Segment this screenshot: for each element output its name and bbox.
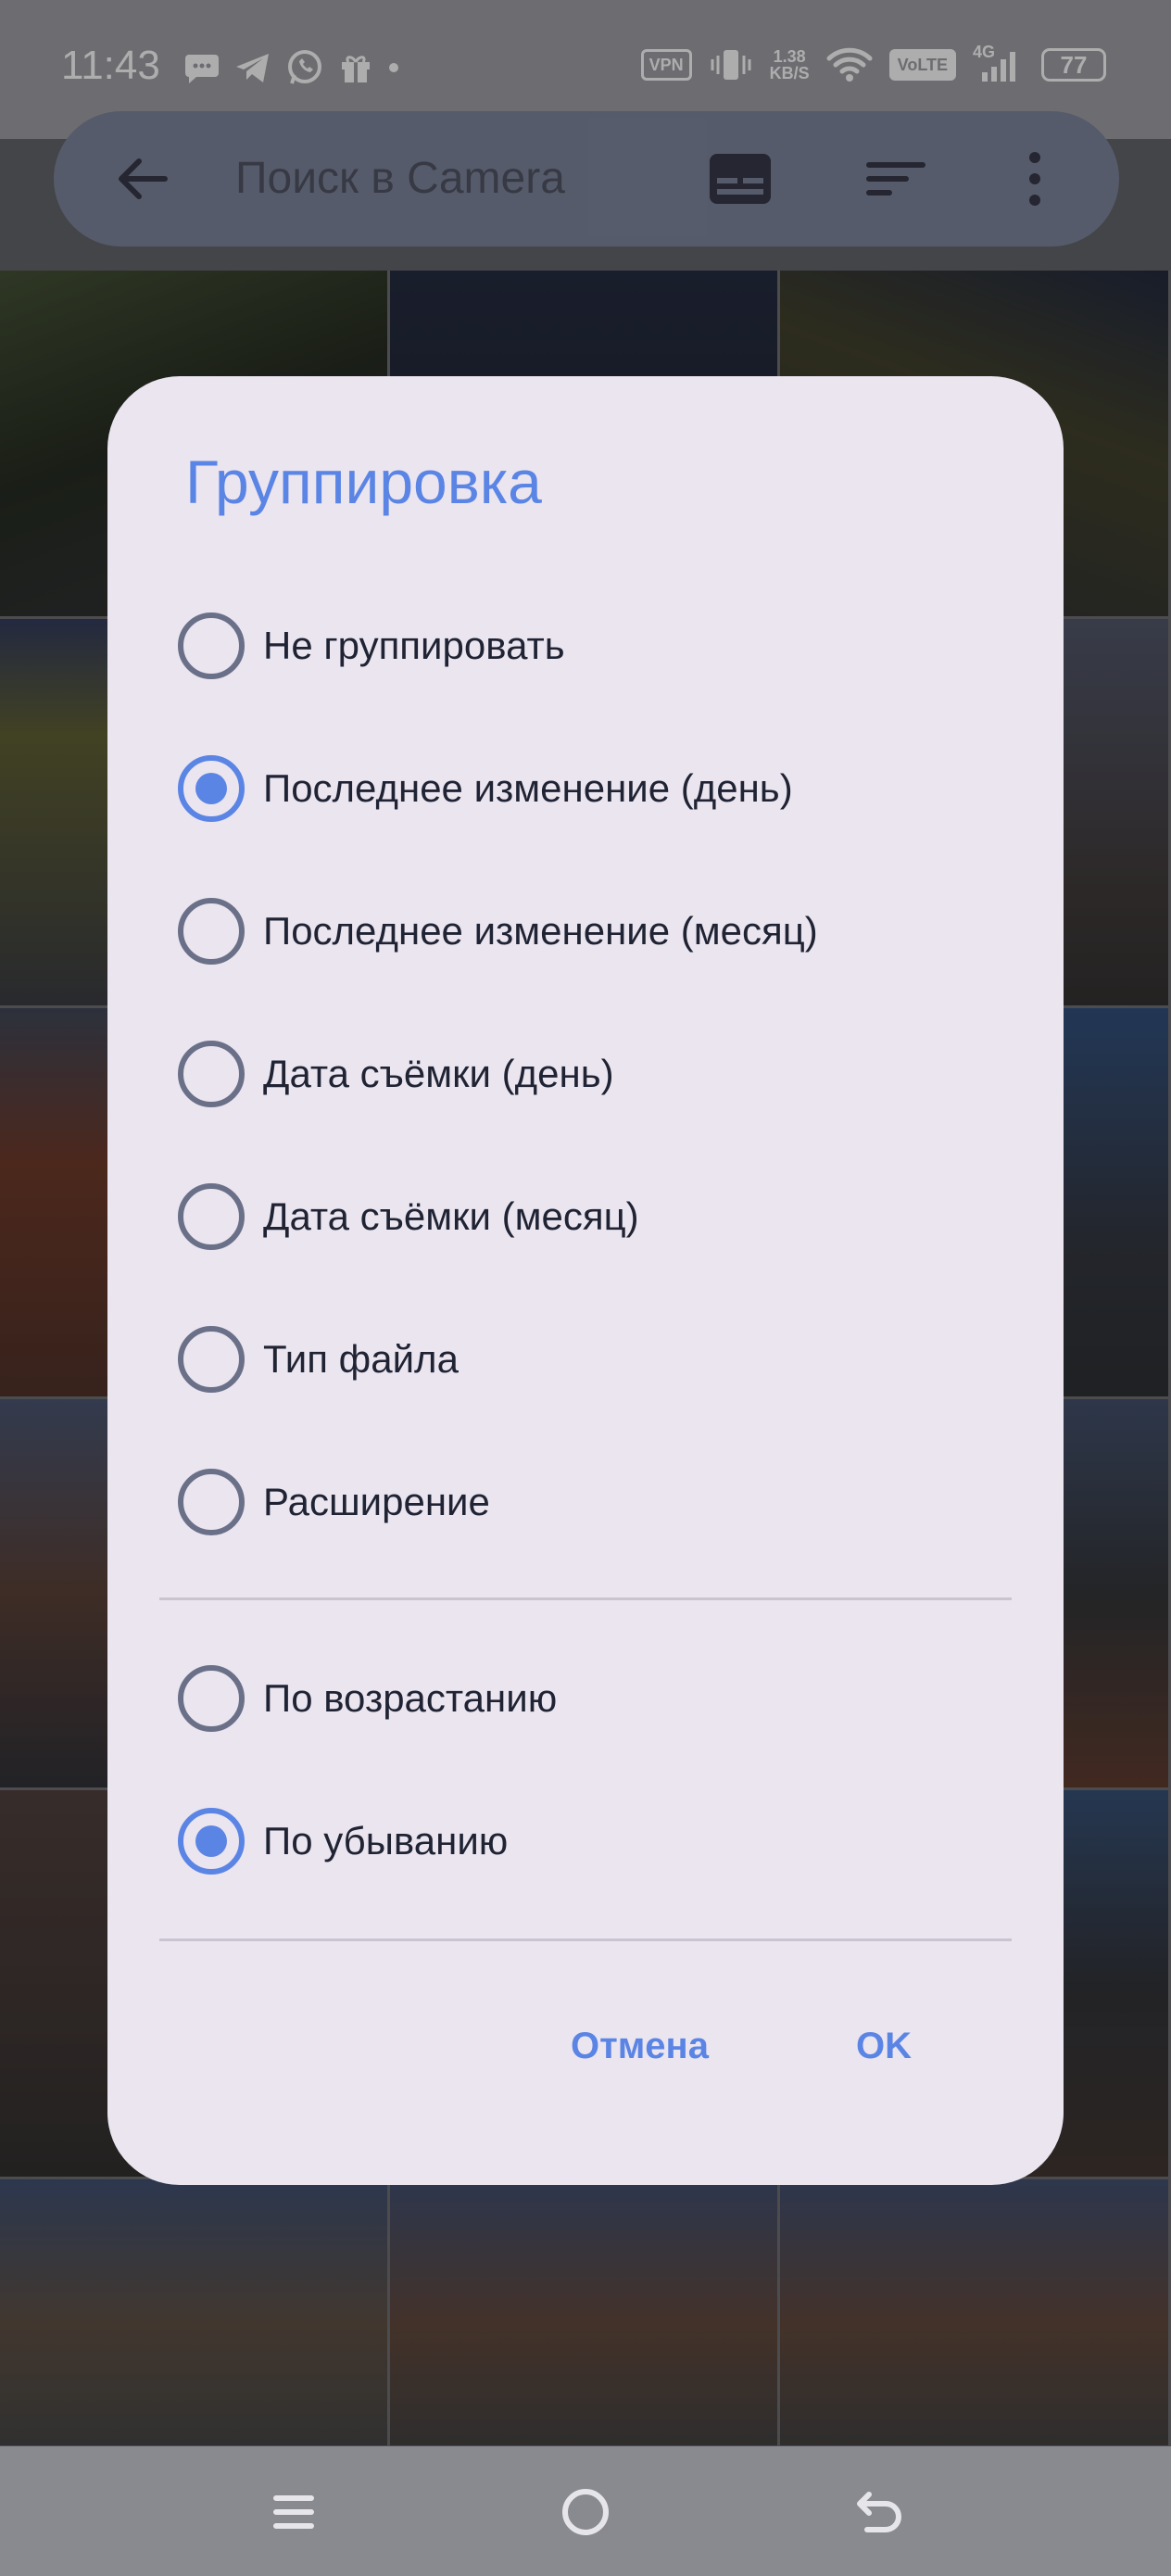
option-label: По возрастанию (263, 1676, 558, 1720)
ok-button[interactable]: OK (856, 2026, 912, 2067)
grouping-dialog: Группировка Не группировать Последнее из… (107, 376, 1064, 2185)
option-label: Последнее изменение (день) (263, 766, 793, 810)
option-no-grouping[interactable]: Не группировать (178, 595, 993, 697)
option-label: Последнее изменение (месяц) (263, 909, 818, 953)
cancel-button[interactable]: Отмена (571, 2026, 709, 2067)
option-descending[interactable]: По убыванию (178, 1790, 993, 1892)
radio-button[interactable] (178, 1183, 245, 1250)
option-label: Дата съёмки (месяц) (263, 1194, 639, 1238)
option-taken-month[interactable]: Дата съёмки (месяц) (178, 1166, 993, 1268)
radio-button[interactable] (178, 1665, 245, 1732)
navigation-bar (0, 2446, 1171, 2576)
option-label: По убыванию (263, 1819, 509, 1863)
option-label: Дата съёмки (день) (263, 1052, 614, 1095)
menu-icon[interactable] (261, 2480, 326, 2544)
radio-button[interactable] (178, 898, 245, 965)
option-label: Расширение (263, 1480, 490, 1523)
option-file-type[interactable]: Тип файла (178, 1308, 993, 1410)
option-modified-day[interactable]: Последнее изменение (день) (178, 738, 993, 840)
dialog-title: Группировка (185, 448, 542, 516)
option-modified-month[interactable]: Последнее изменение (месяц) (178, 880, 993, 982)
back-icon[interactable] (847, 2480, 912, 2544)
radio-button[interactable] (178, 755, 245, 822)
option-taken-day[interactable]: Дата съёмки (день) (178, 1023, 993, 1125)
home-icon[interactable] (553, 2480, 618, 2544)
radio-button[interactable] (178, 1041, 245, 1107)
option-ascending[interactable]: По возрастанию (178, 1648, 993, 1749)
radio-button[interactable] (178, 1808, 245, 1875)
radio-button[interactable] (178, 612, 245, 679)
option-label: Тип файла (263, 1337, 459, 1381)
radio-button[interactable] (178, 1326, 245, 1393)
radio-button[interactable] (178, 1469, 245, 1535)
option-label: Не группировать (263, 624, 565, 667)
divider (159, 1938, 1012, 1941)
option-extension[interactable]: Расширение (178, 1451, 993, 1553)
divider (159, 1597, 1012, 1600)
